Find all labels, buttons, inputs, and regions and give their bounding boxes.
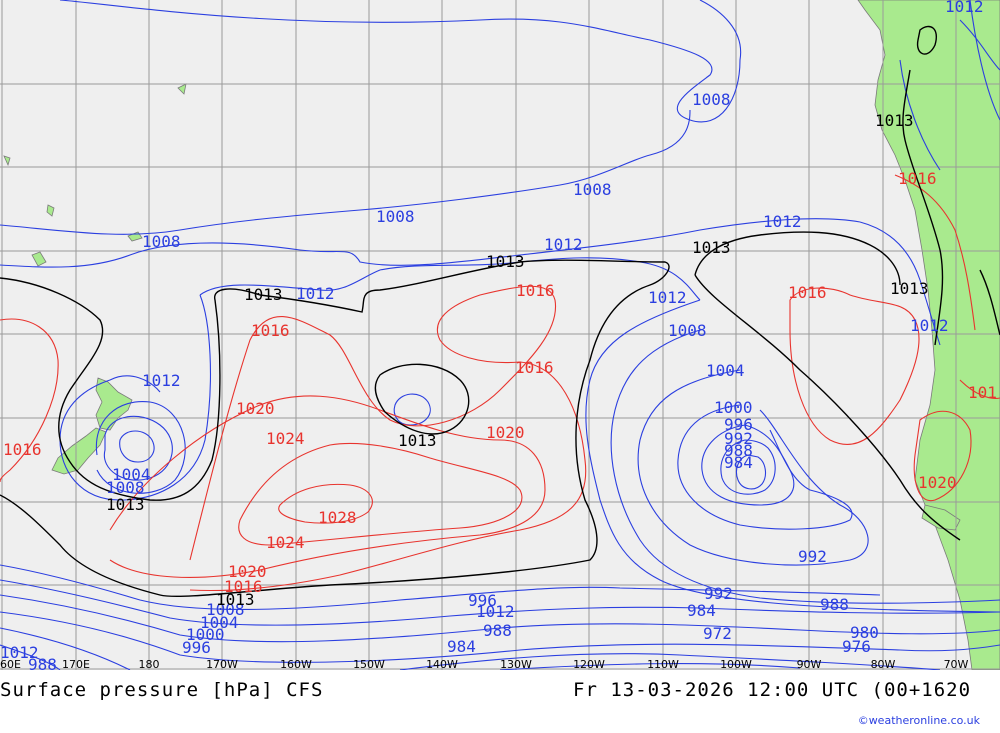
isobar-label: 1012 bbox=[476, 602, 515, 621]
isobar-label: 1028 bbox=[318, 508, 357, 527]
isobar-label: 1012 bbox=[296, 284, 335, 303]
isobar-label: 1012 bbox=[544, 235, 583, 254]
isobar-label: 1016 bbox=[251, 321, 290, 340]
lon-tick-label: 90W bbox=[797, 658, 822, 670]
isobar-label: 976 bbox=[842, 637, 871, 656]
lon-tick-label: 130W bbox=[500, 658, 532, 670]
isobar-label: 1013 bbox=[216, 590, 255, 609]
isobar-label: 996 bbox=[182, 638, 211, 657]
isobar-label: 1013 bbox=[875, 111, 914, 130]
isobar-label: 1012 bbox=[945, 0, 984, 16]
lon-tick-label: 120W bbox=[573, 658, 605, 670]
lon-tick-label: 160W bbox=[280, 658, 312, 670]
isobar-label: 1013 bbox=[244, 285, 283, 304]
pressure-map: 1012 1008 1008 1008 1008 1012 1012 1012 … bbox=[0, 0, 1000, 670]
isobar-label: 1008 bbox=[376, 207, 415, 226]
isobar-label: 1004 bbox=[706, 361, 745, 380]
isobar-label: 1013 bbox=[890, 279, 929, 298]
isobar-label: 1016 bbox=[898, 169, 937, 188]
isobar-label: 1013 bbox=[486, 252, 525, 271]
isobar-label: 101 bbox=[968, 383, 997, 402]
lon-tick-label: 100W bbox=[720, 658, 752, 670]
isobar-label: 1016 bbox=[788, 283, 827, 302]
isobar-label: 1013 bbox=[692, 238, 731, 257]
lon-tick-label: 140W bbox=[426, 658, 458, 670]
product-title: Surface pressure [hPa] CFS bbox=[0, 679, 324, 701]
isobar-label: 1012 bbox=[910, 316, 949, 335]
ocean-background bbox=[0, 0, 1000, 670]
isobar-label: 992 bbox=[798, 547, 827, 566]
lon-tick-label: 170W bbox=[206, 658, 238, 670]
caption-bar: Surface pressure [hPa] CFS Fr 13-03-2026… bbox=[0, 670, 1000, 733]
isobar-label: 1012 bbox=[763, 212, 802, 231]
lon-tick-label: 170E bbox=[62, 658, 90, 670]
lon-tick-label: 110W bbox=[647, 658, 679, 670]
isobar-label: 984 bbox=[447, 637, 476, 656]
isobar-label: 1016 bbox=[516, 281, 555, 300]
lon-tick-label: 150W bbox=[353, 658, 385, 670]
lon-tick-label: 180 bbox=[139, 658, 160, 670]
lon-tick-label: 80W bbox=[871, 658, 896, 670]
isobar-label: 1024 bbox=[266, 429, 305, 448]
isobar-label: 1016 bbox=[515, 358, 554, 377]
isobar-label: 1020 bbox=[486, 423, 525, 442]
isobar-label: 1013 bbox=[106, 495, 145, 514]
isobar-label: 1012 bbox=[648, 288, 687, 307]
isobar-label: 1008 bbox=[668, 321, 707, 340]
isobar-label: 984 bbox=[724, 453, 753, 472]
isobar-label: 1020 bbox=[918, 473, 957, 492]
isobar-label: 1012 bbox=[142, 371, 181, 390]
isobar-label: 1013 bbox=[398, 431, 437, 450]
isobar-label: 972 bbox=[703, 624, 732, 643]
valid-time: Fr 13-03-2026 12:00 UTC (00+1620 bbox=[573, 679, 972, 701]
lon-tick-label: 70W bbox=[944, 658, 969, 670]
isobar-label: 984 bbox=[687, 601, 716, 620]
isobar-label: 988 bbox=[483, 621, 512, 640]
credit-link[interactable]: ©weatheronline.co.uk bbox=[858, 714, 980, 727]
isobar-label: 1008 bbox=[142, 232, 181, 251]
isobar-label: 1024 bbox=[266, 533, 305, 552]
isobar-label: 1008 bbox=[573, 180, 612, 199]
isobar-label: 988 bbox=[820, 595, 849, 614]
isobar-label: 1020 bbox=[236, 399, 275, 418]
isobar-label: 1016 bbox=[3, 440, 42, 459]
isobar-label: 1008 bbox=[692, 90, 731, 109]
lon-tick-label: 60E bbox=[0, 658, 21, 670]
